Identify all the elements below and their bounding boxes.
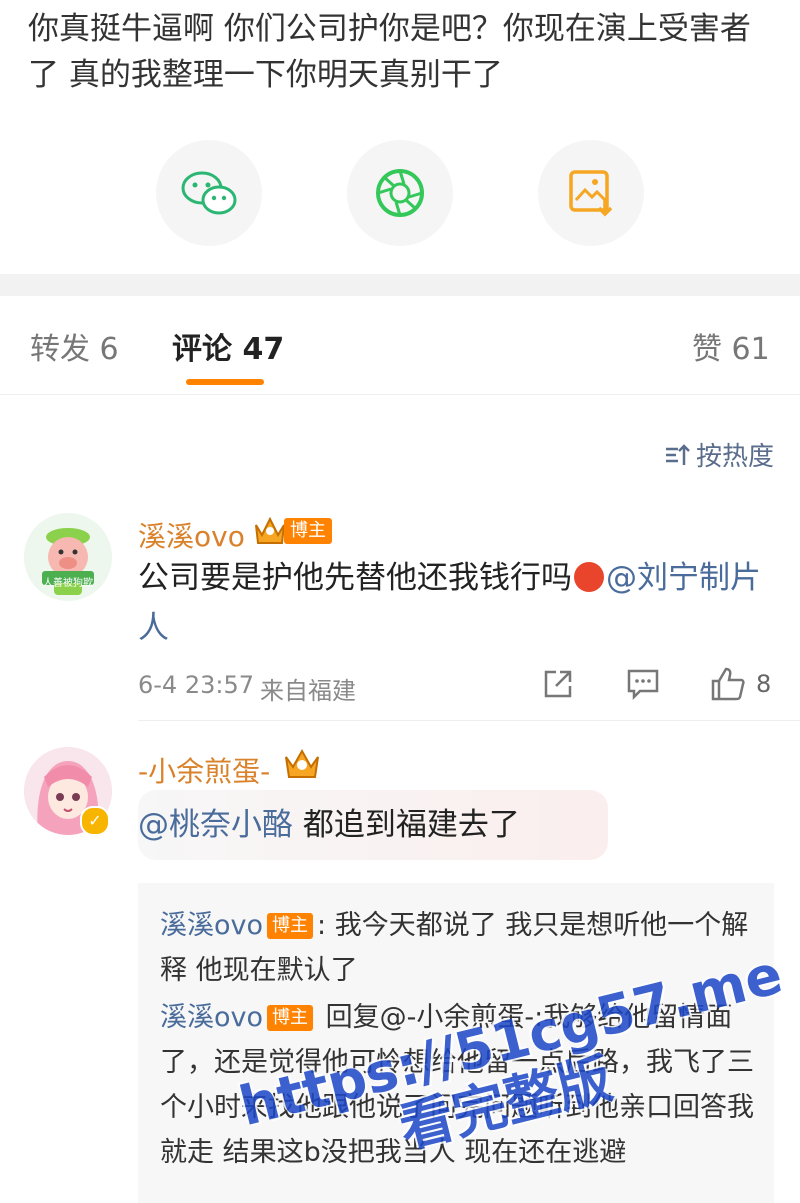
section-divider (0, 274, 800, 296)
comment-icon (627, 669, 659, 700)
comment-text: @桃奈小酪 都追到福建去了 (138, 800, 598, 850)
crown-badge-icon (282, 745, 322, 785)
tab-likes[interactable]: 赞 61 (692, 324, 770, 368)
sort-label: 按热度 (695, 442, 774, 472)
like-count: 8 (756, 670, 772, 698)
post-text: 你真挺牛逼啊 你们公司护你是吧？你现在演上受害者了 真的我整理一下你明天真别干了 (28, 11, 751, 93)
comment-separator (138, 720, 800, 721)
comment-body: 都追到福建去了 (293, 807, 520, 843)
wechat-icon (181, 171, 237, 215)
reply-comment-button[interactable] (626, 668, 660, 700)
comment-body: 公司要是护他先替他还我钱行吗 (138, 560, 572, 596)
tab-repost[interactable]: 转发 6 (30, 324, 119, 368)
host-badge: 博主 (284, 518, 332, 544)
like-comment-button[interactable]: 8 (710, 666, 771, 702)
save-image-button[interactable] (538, 140, 644, 246)
save-image-icon (569, 170, 613, 217)
tab-comments[interactable]: 评论 47 (172, 324, 284, 368)
host-badge: 博主 (267, 913, 314, 939)
angry-emoji-icon (574, 562, 604, 592)
share-icon (544, 670, 572, 698)
host-badge: 博主 (267, 1005, 314, 1031)
comment-location: 来自福建 (260, 677, 356, 705)
share-row (0, 140, 800, 248)
share-comment-button[interactable] (542, 668, 574, 700)
share-wechat-button[interactable] (156, 140, 262, 246)
share-moments-button[interactable] (347, 140, 453, 246)
sort-icon (665, 443, 690, 465)
thumbs-up-icon (711, 667, 745, 701)
verified-icon: ✓ (80, 806, 110, 836)
sort-toggle[interactable]: 按热度 (664, 436, 774, 473)
crown-badge-icon (252, 513, 288, 551)
comment-text: 公司要是护他先替他还我钱行吗 @刘宁制片人 (138, 553, 778, 653)
comment-username[interactable]: -小余煎蛋- (138, 750, 270, 790)
reply-username[interactable]: 溪溪ovo (160, 1002, 263, 1033)
mention-link[interactable]: @桃奈小酪 (138, 807, 293, 843)
tab-bar: 转发 6 评论 47 赞 61 (0, 296, 800, 395)
comment-time: 6-4 23:57 (138, 671, 254, 699)
reply-username[interactable]: 溪溪ovo (160, 910, 263, 941)
active-tab-indicator (186, 379, 264, 385)
comment-username[interactable]: 溪溪ovo (138, 515, 245, 555)
avatar-caption: 人善被狗欺 (43, 578, 93, 589)
moments-icon (376, 169, 424, 217)
